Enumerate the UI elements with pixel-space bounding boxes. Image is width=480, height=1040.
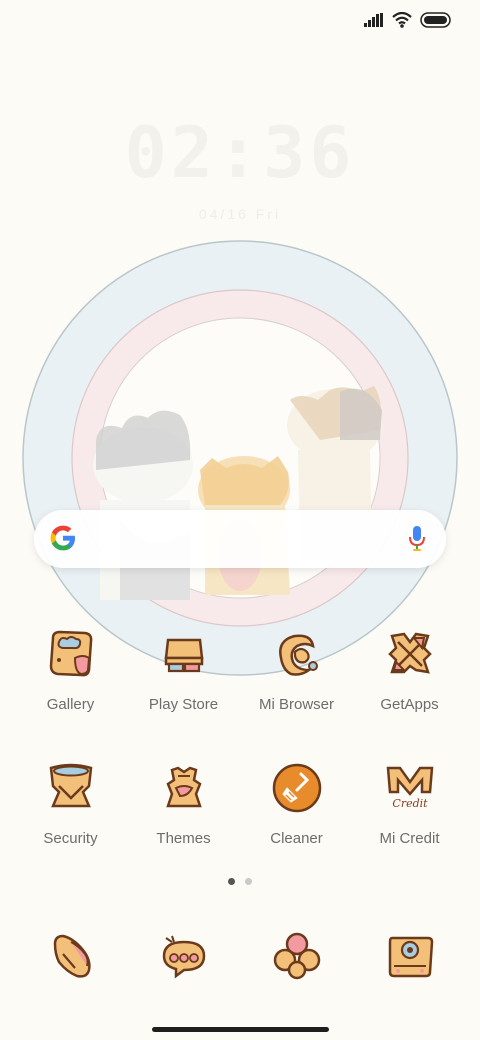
phone-icon	[45, 930, 97, 982]
status-bar	[364, 10, 452, 34]
themes-icon	[158, 762, 210, 814]
page-dot-1[interactable]	[228, 878, 235, 885]
dock-app-vault[interactable]	[240, 930, 353, 982]
battery-icon	[420, 11, 452, 33]
signal-icon	[364, 12, 384, 32]
dock-messages[interactable]	[127, 930, 240, 982]
wallpaper-cats-illustration	[22, 240, 458, 676]
app-themes[interactable]: Themes	[127, 762, 240, 847]
app-label: GetApps	[380, 696, 439, 713]
mi-browser-icon	[271, 628, 323, 680]
app-label: Cleaner	[270, 830, 323, 847]
gallery-icon	[45, 628, 97, 680]
page-dot-2[interactable]	[245, 878, 252, 885]
app-label: Gallery	[46, 696, 95, 713]
google-icon	[48, 523, 78, 558]
security-icon	[45, 762, 97, 814]
clock-date: 04/16 Fri	[198, 206, 282, 222]
app-cleaner[interactable]: Cleaner	[240, 762, 353, 847]
microphone-icon[interactable]	[408, 525, 426, 558]
cleaner-icon	[271, 762, 323, 814]
clock-time: 02:36	[124, 112, 356, 194]
app-getapps[interactable]: GetApps	[353, 628, 466, 713]
app-label: Security	[43, 830, 98, 847]
camera-icon	[384, 930, 436, 982]
page-indicator[interactable]	[0, 878, 480, 885]
google-search-bar[interactable]	[34, 510, 446, 568]
app-play-store[interactable]: Play Store	[127, 628, 240, 713]
dock-camera[interactable]	[353, 930, 466, 982]
app-label: Play Store	[148, 696, 219, 713]
getapps-icon	[384, 628, 436, 680]
app-label: Themes	[156, 830, 211, 847]
dock-phone[interactable]	[14, 930, 127, 982]
app-gallery[interactable]: Gallery	[14, 628, 127, 713]
app-label: Mi Browser	[258, 696, 334, 713]
app-label: Mi Credit	[379, 830, 440, 847]
messages-icon	[158, 930, 210, 982]
app-mi-browser[interactable]: Mi Browser	[240, 628, 353, 713]
mi-credit-icon: Credit	[384, 762, 436, 814]
svg-text:Credit: Credit	[392, 797, 428, 810]
app-mi-credit[interactable]: Credit Mi Credit	[353, 762, 466, 847]
app-vault-icon	[271, 930, 323, 982]
home-gesture-bar[interactable]	[152, 1027, 329, 1032]
wifi-icon	[392, 11, 412, 33]
app-security[interactable]: Security	[14, 762, 127, 847]
play-store-icon	[158, 628, 210, 680]
